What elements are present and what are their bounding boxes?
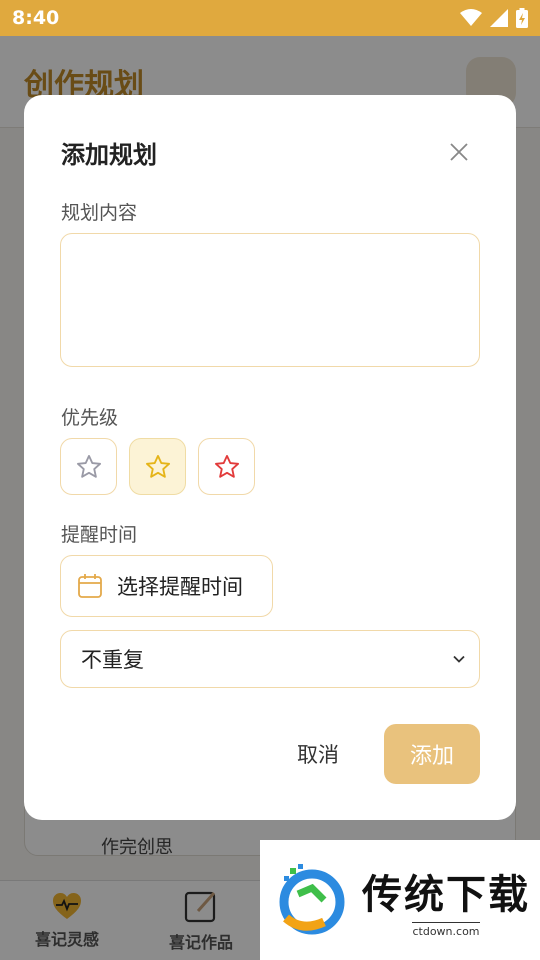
status-icons	[460, 8, 528, 28]
priority-selector	[60, 438, 255, 495]
content-label: 规划内容	[61, 202, 138, 224]
star-icon	[76, 454, 101, 478]
star-icon	[214, 454, 239, 478]
watermark-title: 传统下载	[362, 872, 530, 918]
battery-icon	[516, 8, 528, 28]
status-bar: 8:40	[0, 0, 540, 36]
star-icon	[145, 454, 170, 478]
watermark: 传统下载 ctdown.com	[260, 840, 540, 960]
close-icon	[450, 143, 468, 161]
priority-low-button[interactable]	[60, 438, 117, 495]
reminder-label: 提醒时间	[61, 524, 138, 546]
priority-label: 优先级	[61, 407, 119, 429]
watermark-text: 传统下载 ctdown.com	[362, 862, 530, 938]
signal-icon	[490, 9, 508, 27]
plan-content-input[interactable]	[60, 233, 480, 367]
priority-high-button[interactable]	[198, 438, 255, 495]
add-plan-dialog: 添加规划 规划内容 优先级 提醒时间 选择提醒时间 不重复 取消 添加	[24, 95, 516, 820]
dialog-title: 添加规划	[61, 141, 157, 169]
reminder-button-label: 选择提醒时间	[117, 575, 243, 599]
add-button[interactable]: 添加	[384, 724, 480, 784]
cancel-button[interactable]: 取消	[276, 725, 360, 783]
select-reminder-time-button[interactable]: 选择提醒时间	[60, 555, 273, 617]
status-time: 8:40	[12, 7, 60, 29]
chevron-down-icon	[453, 655, 465, 663]
calendar-icon	[78, 574, 102, 598]
ctdown-logo-icon	[279, 864, 345, 935]
wifi-icon	[460, 9, 482, 26]
repeat-select-value: 不重复	[81, 648, 144, 672]
priority-medium-button[interactable]	[129, 438, 186, 495]
watermark-url: ctdown.com	[412, 922, 480, 938]
repeat-select[interactable]: 不重复	[60, 630, 480, 688]
close-button[interactable]	[444, 137, 474, 167]
